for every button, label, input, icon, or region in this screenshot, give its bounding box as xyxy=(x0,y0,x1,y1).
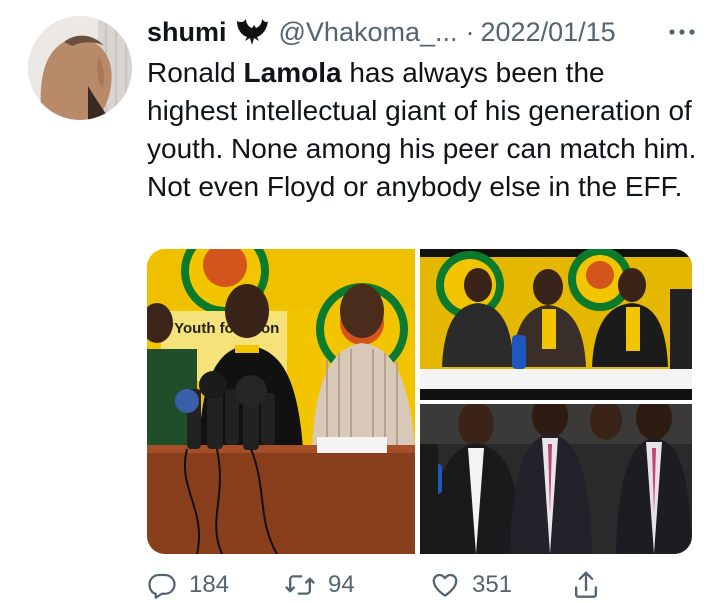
retweet-count: 94 xyxy=(328,571,355,598)
display-name[interactable]: shumi xyxy=(147,17,227,48)
share-icon xyxy=(574,571,598,598)
avatar[interactable] xyxy=(28,16,132,120)
retweet-button[interactable]: 94 xyxy=(284,568,355,602)
like-count: 351 xyxy=(472,571,513,598)
tweet-text-part: Ronald xyxy=(147,57,244,88)
share-button[interactable] xyxy=(571,568,613,602)
media-grid[interactable]: "Youth for Ec on xyxy=(147,249,692,554)
like-button[interactable]: 351 xyxy=(430,568,512,602)
tweet[interactable]: shumi @Vhakoma_... · 2022/01/15 Ronald L… xyxy=(0,0,720,603)
separator: · xyxy=(465,16,475,47)
tweet-text: Ronald Lamola has always been the highes… xyxy=(147,54,702,206)
retweet-icon xyxy=(285,575,315,595)
tweet-date[interactable]: 2022/01/15 xyxy=(481,17,616,48)
tweet-text-bold: Lamola xyxy=(243,57,342,88)
photo-press-conference[interactable]: "Youth for Ec on xyxy=(147,249,415,554)
reply-button[interactable]: 184 xyxy=(147,568,229,602)
reply-count: 184 xyxy=(189,571,230,598)
user-handle[interactable]: @Vhakoma_... xyxy=(279,17,458,48)
photo-youth-league-panel[interactable] xyxy=(420,249,692,400)
tweet-header: shumi @Vhakoma_... · 2022/01/15 xyxy=(147,12,700,52)
reply-icon xyxy=(148,573,176,599)
photo-suited-men[interactable] xyxy=(420,404,692,554)
heart-icon xyxy=(432,573,458,597)
avatar-photo xyxy=(28,16,132,120)
bat-icon xyxy=(235,17,269,47)
action-bar: 184 94 351 xyxy=(147,568,647,602)
more-options-icon[interactable] xyxy=(664,20,700,44)
